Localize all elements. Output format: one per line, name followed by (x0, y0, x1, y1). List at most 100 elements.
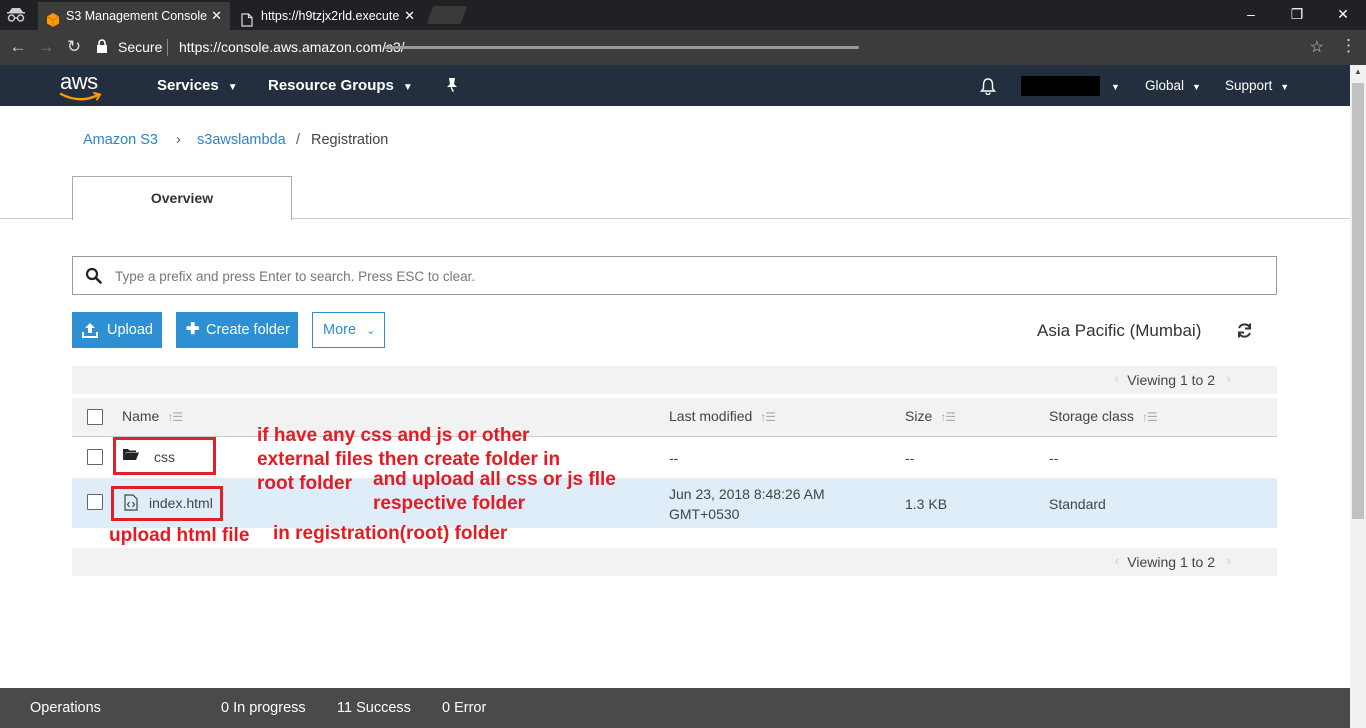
column-storage-class-label: Storage class (1049, 408, 1134, 424)
page-icon (241, 9, 255, 27)
minimize-button[interactable]: – (1228, 0, 1274, 28)
region-label: Asia Pacific (Mumbai) (1037, 321, 1202, 340)
support-menu[interactable]: Support ▼ (1225, 78, 1289, 93)
sort-icon: ↑☰ (760, 410, 776, 424)
prev-page-icon[interactable]: ‹ (1115, 371, 1119, 386)
aws-cube-icon (46, 9, 60, 27)
operations-label[interactable]: Operations (30, 700, 101, 716)
tab-overview[interactable]: Overview (72, 176, 292, 220)
breadcrumb-current-folder: Registration (311, 132, 389, 148)
incognito-icon (6, 6, 26, 24)
chevron-down-icon: ▼ (402, 82, 413, 93)
annotation-box-css (113, 437, 216, 475)
tab-close-icon[interactable]: ✕ (211, 2, 222, 30)
row-last-modified-tz: GMT+0530 (669, 506, 740, 522)
chevron-down-icon: ⌄ (366, 325, 376, 337)
annotation-box-index (111, 486, 223, 521)
row-checkbox[interactable] (87, 449, 103, 465)
resource-groups-menu[interactable]: Resource Groups ▼ (268, 77, 413, 94)
breadcrumb-bucket[interactable]: s3awslambda (197, 132, 286, 148)
more-label: More (323, 322, 357, 338)
annotation-text: in registration(root) folder (273, 523, 508, 544)
global-menu[interactable]: Global ▼ (1145, 78, 1201, 93)
account-chevron-down-icon[interactable]: ▼ (1111, 78, 1120, 93)
success-count[interactable]: 11 Success (337, 700, 411, 716)
row-size: -- (905, 450, 915, 466)
breadcrumb-chevron-icon: › (176, 132, 181, 148)
secure-label: Secure (118, 39, 163, 55)
in-progress-count[interactable]: 0 In progress (221, 700, 306, 716)
column-header-storage-class[interactable]: Storage class ↑☰ (1049, 408, 1158, 424)
browser-tab-execute-api[interactable]: https://h9tzjx2rld.execute ✕ (233, 2, 423, 30)
new-tab-button[interactable] (426, 6, 468, 24)
services-label: Services (157, 77, 219, 94)
pin-icon[interactable] (445, 77, 459, 96)
pagination-bar-top: ‹ Viewing 1 to 2 › (72, 366, 1277, 394)
column-name-label: Name (122, 408, 160, 424)
aws-navbar: aws Services ▼ Resource Groups ▼ ▼ Global ▼… (0, 65, 1350, 106)
operations-footer: Operations 0 In progress 11 Success 0 Er… (0, 688, 1350, 728)
row-storage-class: -- (1049, 450, 1059, 466)
maximize-button[interactable]: ❐ (1274, 0, 1320, 28)
column-size-label: Size (905, 408, 933, 424)
row-storage-class: Standard (1049, 496, 1106, 512)
row-last-modified: -- (669, 450, 679, 466)
browser-toolbar: ← → ↻ Secure https://console.aws.amazon.… (0, 30, 1366, 65)
browser-tab-strip: S3 Management Console ✕ https://h9tzjx2r… (0, 0, 1366, 30)
scrollbar-thumb[interactable] (1352, 83, 1364, 519)
redacted-url-bar (384, 46, 859, 49)
url-text: https://console.aws.amazon.com/s3/ (179, 39, 405, 55)
browser-tab-s3[interactable]: S3 Management Console ✕ (38, 2, 230, 30)
column-header-name[interactable]: Name ↑☰ (122, 408, 183, 424)
create-folder-button[interactable]: ✚ Create folder (176, 312, 298, 348)
table-row[interactable]: index.html Jun 23, 2018 8:48:26 AM GMT+0… (72, 478, 1277, 528)
annotation-text: if have any css and js or other (257, 425, 530, 446)
search-icon (85, 267, 102, 284)
back-arrow-icon[interactable]: ← (7, 36, 29, 58)
refresh-icon[interactable] (1236, 322, 1253, 339)
upload-icon (82, 312, 98, 352)
table-row[interactable]: css -- -- -- (72, 437, 1277, 478)
breadcrumb-separator: / (296, 132, 301, 148)
upload-button[interactable]: Upload (72, 312, 162, 348)
lock-icon (96, 39, 108, 53)
address-bar[interactable]: Secure https://console.aws.amazon.com/s3… (92, 34, 1332, 61)
address-separator (167, 39, 168, 56)
error-count[interactable]: 0 Error (442, 700, 486, 716)
sort-icon: ↑☰ (940, 410, 956, 424)
next-page-icon[interactable]: › (1227, 371, 1231, 386)
close-window-button[interactable]: ✕ (1320, 0, 1366, 28)
services-menu[interactable]: Services ▼ (157, 77, 238, 94)
tab-close-icon[interactable]: ✕ (401, 2, 415, 30)
forward-arrow-icon[interactable]: → (35, 36, 57, 58)
scroll-up-arrow-icon[interactable]: ▲ (1350, 67, 1366, 81)
column-header-size[interactable]: Size ↑☰ (905, 408, 956, 424)
prev-page-icon[interactable]: ‹ (1115, 553, 1119, 568)
annotation-text: and upload all css or js flle (373, 469, 616, 490)
tab-title: https://h9tzjx2rld.execute (261, 9, 400, 23)
row-checkbox[interactable] (87, 494, 103, 510)
support-label: Support (1225, 78, 1273, 93)
sort-icon: ↑☰ (167, 410, 183, 424)
breadcrumb-amazon-s3[interactable]: Amazon S3 (83, 132, 158, 148)
create-folder-label: Create folder (206, 322, 290, 338)
more-dropdown-button[interactable]: More ⌄ (312, 312, 385, 348)
next-page-icon[interactable]: › (1227, 553, 1231, 568)
aws-logo[interactable]: aws (58, 69, 104, 103)
select-all-checkbox[interactable] (87, 409, 103, 425)
viewing-count: Viewing 1 to 2 (1127, 554, 1215, 570)
redacted-account-name[interactable] (1021, 76, 1100, 96)
column-header-last-modified[interactable]: Last modified ↑☰ (669, 408, 776, 424)
resource-groups-label: Resource Groups (268, 77, 394, 94)
row-size: 1.3 KB (905, 496, 948, 512)
reload-icon[interactable]: ↻ (63, 36, 85, 58)
pagination-bar-bottom: ‹ Viewing 1 to 2 › (72, 548, 1277, 576)
search-input[interactable] (115, 265, 1235, 287)
tab-title: S3 Management Console (66, 9, 208, 23)
bell-icon[interactable] (979, 77, 997, 98)
search-box (72, 256, 1277, 295)
bookmark-star-icon[interactable]: ☆ (1310, 37, 1324, 57)
browser-menu-icon[interactable]: ⋮ (1340, 36, 1357, 56)
chevron-down-icon: ▼ (1192, 82, 1201, 92)
column-last-modified-label: Last modified (669, 408, 753, 424)
